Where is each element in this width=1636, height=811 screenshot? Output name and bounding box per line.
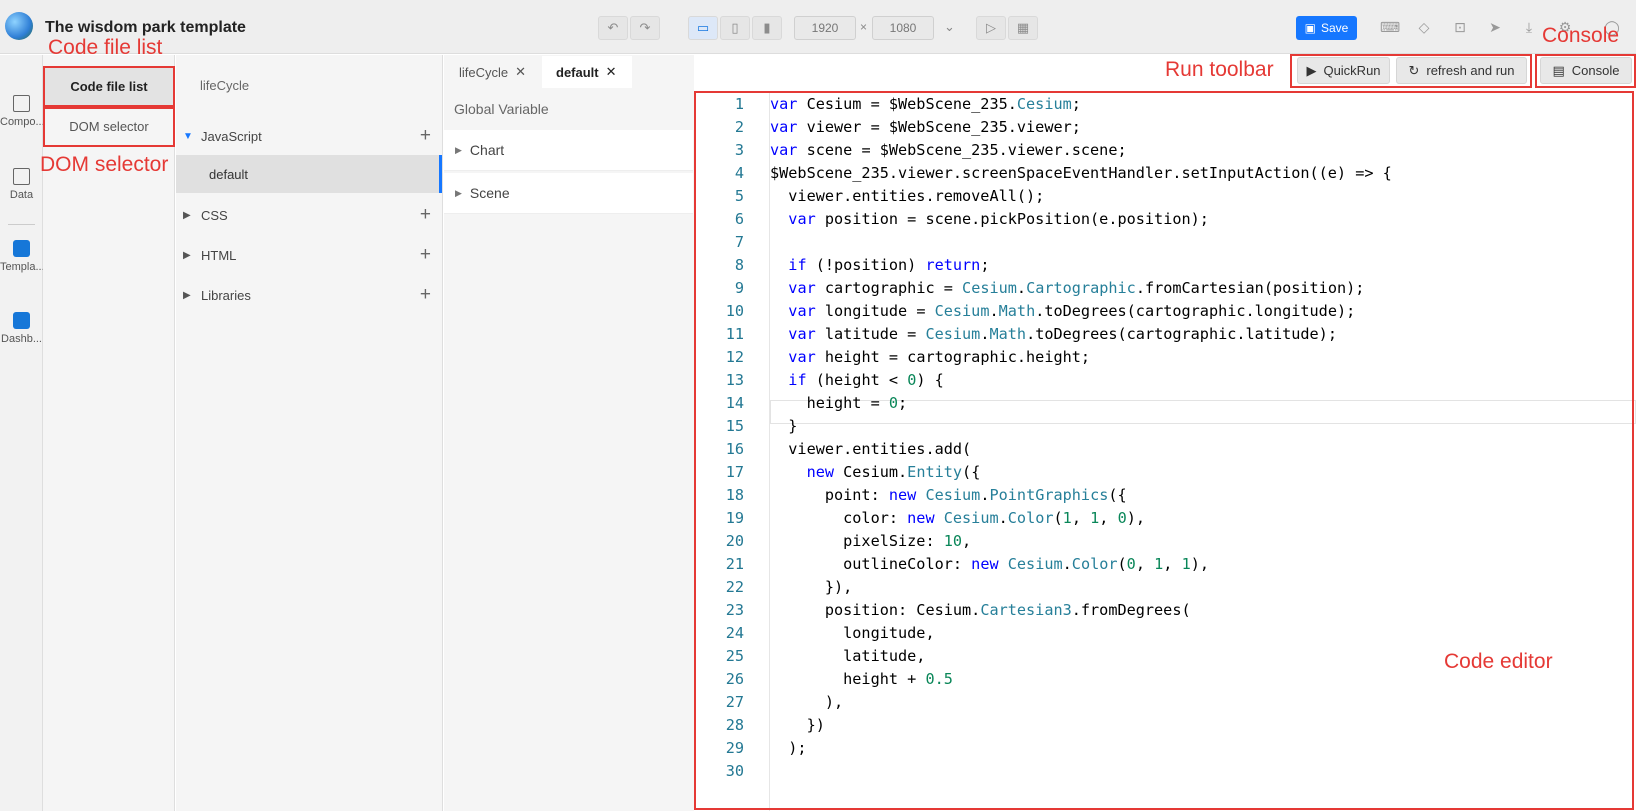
annotation-box-dom-selector [43,107,175,147]
tab-default[interactable]: default ✕ [542,56,632,88]
tree-folder-label: CSS [201,207,228,223]
add-icon[interactable]: + [420,204,431,226]
rail-item-components[interactable]: Compo... [0,95,45,128]
add-icon[interactable]: + [420,125,431,147]
tree-folder-css[interactable]: ▶ CSS + [176,196,442,234]
annotation-code-file-list: Code file list [48,36,163,59]
top-toolbar: The wisdom park template ↶ ↷ ▭ ▯ ▮ 1920 … [0,0,1636,54]
publish-icon[interactable]: ➤ [1486,18,1504,36]
annotation-code-editor: Code editor [1444,650,1553,673]
mobile-view-icon[interactable]: ▮ [752,16,782,40]
download-icon[interactable]: ⤓ [1520,18,1538,36]
tree-folder-javascript[interactable]: ▼ JavaScript + [176,117,442,155]
global-variable-heading: Global Variable [454,101,549,117]
template-icon [13,240,30,257]
tree-folder-html[interactable]: ▶ HTML + [176,236,442,274]
tree-folder-label: Libraries [201,287,251,303]
caret-right-icon: ▶ [183,289,191,301]
variable-label: Chart [469,142,505,158]
data-icon [13,168,30,185]
variable-item-scene[interactable]: ▶ Scene [444,173,693,214]
add-icon[interactable]: + [420,284,431,306]
lock-icon[interactable]: ⊡ [1451,18,1469,36]
width-input[interactable]: 1920 [794,16,856,40]
annotation-box-console [1535,54,1636,88]
rail-label: Templa... [0,261,45,273]
qr-code-icon[interactable]: ▦ [1008,16,1038,40]
app-title: The wisdom park template [45,19,246,36]
desktop-view-icon[interactable]: ▭ [688,16,718,40]
tab-label: default [556,64,599,80]
annotation-console: Console [1542,24,1620,47]
annotation-box-code-editor [694,91,1634,810]
rail-label: Compo... [0,116,45,128]
tablet-view-icon[interactable]: ▯ [720,16,750,40]
caret-right-icon: ▶ [183,249,191,261]
close-icon[interactable]: ✕ [606,64,617,80]
tree-folder-libraries[interactable]: ▶ Libraries + [176,276,442,314]
save-icon: ▣ [1304,21,1316,35]
add-icon[interactable]: + [420,244,431,266]
theme-icon[interactable]: ◇ [1415,18,1433,36]
rail-item-data[interactable]: Data [0,168,43,201]
tab-lifecycle[interactable]: lifeCycle ✕ [445,56,540,88]
dashboard-icon [13,312,30,329]
rail-item-template[interactable]: Templa... [0,240,45,273]
tree-item-lifecycle[interactable]: lifeCycle [200,78,249,93]
annotation-box-code-file-list [43,66,175,107]
annotation-box-run-toolbar [1290,54,1532,88]
left-rail: Compo... Data Templa... Dashb... [0,55,45,811]
annotation-dom-selector: DOM selector [40,153,169,176]
tree-folder-label: JavaScript [201,128,262,144]
tab-label: lifeCycle [459,64,509,80]
redo-icon[interactable]: ↷ [630,16,660,40]
caret-right-icon: ▶ [183,209,191,221]
close-icon[interactable]: ✕ [515,64,526,80]
undo-icon[interactable]: ↶ [598,16,628,40]
components-icon [13,95,30,112]
terminal-icon[interactable]: ⌨ [1380,18,1400,36]
caret-right-icon: ▶ [455,144,462,155]
rail-divider [8,224,35,225]
play-preview-icon[interactable]: ▷ [976,16,1006,40]
chevron-down-icon[interactable]: ⌄ [944,19,955,35]
tree-item-default[interactable]: default [176,155,442,193]
times-sign: × [860,20,868,34]
rail-label: Dashb... [1,333,42,345]
rail-label: Data [9,189,34,201]
rail-item-dashboard[interactable]: Dashb... [0,312,43,345]
tree-folder-label: HTML [201,247,237,263]
save-label: Save [1320,21,1349,35]
height-input[interactable]: 1080 [872,16,934,40]
caret-right-icon: ▶ [455,187,462,198]
caret-down-icon: ▼ [183,130,193,142]
save-button[interactable]: ▣ Save [1296,16,1357,40]
annotation-run-toolbar: Run toolbar [1165,58,1274,81]
variable-label: Scene [469,185,510,201]
app-logo [5,12,33,40]
variable-item-chart[interactable]: ▶ Chart [444,130,693,171]
